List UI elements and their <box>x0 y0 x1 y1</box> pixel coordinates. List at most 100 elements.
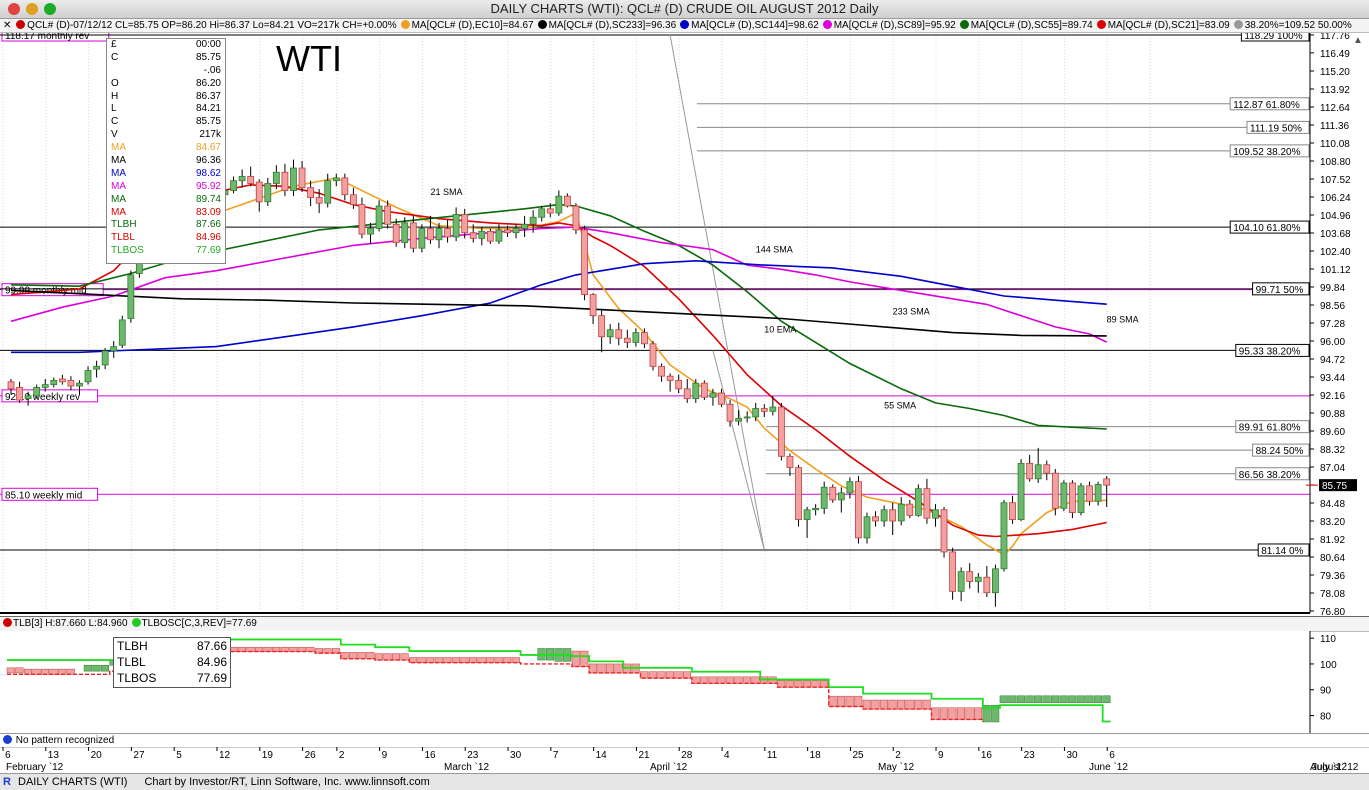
indicator-readout: 38.20%=109.52 50.00% <box>1233 20 1354 31</box>
month-label: June `12 <box>1089 761 1128 773</box>
last-price-label: 85.75 <box>1322 481 1347 492</box>
indicator-readout: QCL# (D)-07/12/12 CL=85.75 OP=86.20 Hi=8… <box>16 20 398 31</box>
candle <box>778 402 785 461</box>
price-tick-label: 78.08 <box>1320 589 1345 600</box>
candle-body <box>735 417 742 422</box>
data-window-value: 98.62 <box>195 167 221 179</box>
tlb-brick <box>6 667 15 674</box>
tlb-key: TLBL <box>117 655 146 669</box>
close-chart-icon[interactable]: ✕ <box>3 20 11 31</box>
oscillator-tick-label: 110 <box>1320 634 1336 645</box>
candle <box>829 484 837 503</box>
candle-body <box>1034 464 1042 480</box>
candle-body <box>632 332 640 343</box>
window-titlebar: DAILY CHARTS (WTI): QCL# (D) CRUDE OIL A… <box>0 0 1369 19</box>
candle-body <box>572 205 580 231</box>
candle-body <box>709 392 717 398</box>
tlb-brick <box>23 668 32 675</box>
tlb-brick <box>1059 695 1068 703</box>
data-window-row: O 86.20 <box>107 78 225 91</box>
data-window-row: TLBL 84.96 <box>107 232 225 245</box>
data-window-row: -.06 <box>107 65 225 78</box>
candle-body <box>872 516 879 522</box>
candle-body <box>760 408 768 412</box>
candle-body <box>726 403 734 422</box>
price-tick-label: 96.00 <box>1320 337 1345 348</box>
date-axis: 6 13 20 27 5 12 19 26 2 9 16 23 30 7 14 21 28 4 11 18 25 2 9 16… <box>0 747 1369 774</box>
price-tick-label: 108.80 <box>1320 157 1351 168</box>
candle-body <box>863 516 871 539</box>
data-window-key: H <box>111 90 119 102</box>
candle-body <box>778 406 785 457</box>
candle-body <box>1000 502 1008 570</box>
price-tick-label: 89.60 <box>1320 427 1345 438</box>
candle <box>795 464 802 527</box>
day-label: 26 <box>305 750 317 761</box>
candle-body <box>367 228 374 235</box>
tlb-brick <box>374 653 383 661</box>
level-label: 118.29 100% <box>1244 33 1302 42</box>
zoom-window-icon[interactable] <box>44 3 56 15</box>
close-window-icon[interactable] <box>8 3 20 15</box>
data-window-value: -.06 <box>203 64 221 76</box>
status-app-name: DAILY CHARTS (WTI) <box>18 776 128 788</box>
candle-body <box>418 228 426 249</box>
candle-body <box>906 503 914 516</box>
ma-label: 233 SMA <box>893 306 930 316</box>
price-tick-label: 97.28 <box>1320 319 1345 330</box>
scroll-up-icon[interactable]: ▲ <box>1353 35 1363 46</box>
candle-body <box>641 332 648 345</box>
candle-body <box>375 205 383 229</box>
candle-body <box>615 329 623 339</box>
candle-body <box>923 488 931 519</box>
tlb-brick <box>477 657 486 663</box>
tlb-block <box>83 664 109 672</box>
data-window-value: 00:00 <box>195 39 221 50</box>
candle-body <box>837 492 845 501</box>
app-logo-icon: R <box>3 776 11 788</box>
oscillator-tick-label: 80 <box>1320 712 1332 723</box>
tlb-brick <box>1102 695 1111 703</box>
candle-body <box>341 177 349 196</box>
price-tick-label: 102.40 <box>1320 247 1351 258</box>
tlb-brick <box>1025 695 1034 703</box>
candle <box>649 341 657 371</box>
tlb-brick <box>742 676 751 684</box>
candle-body <box>290 167 297 191</box>
data-window-row: V 217k <box>107 129 225 142</box>
tlb-brick <box>734 676 743 684</box>
candle-body <box>230 180 237 191</box>
tlb-key: TLBH <box>117 639 148 653</box>
candle-body <box>469 232 477 239</box>
tlb-brick <box>571 650 580 667</box>
price-tick-label: 99.84 <box>1320 283 1345 294</box>
level-label: 109.52 38.20% <box>1233 147 1300 158</box>
candle-body <box>67 379 75 387</box>
tlb-brick <box>366 652 375 660</box>
month-label: April `12 <box>650 761 688 773</box>
level-label: 81.14 0% <box>1261 546 1303 557</box>
tlb-brick <box>974 707 983 720</box>
minimize-window-icon[interactable] <box>26 3 38 15</box>
price-tick-label: 88.32 <box>1320 445 1345 456</box>
candle-body <box>855 481 862 539</box>
indicator-color-icon <box>959 20 969 29</box>
tlb-brick <box>349 652 358 660</box>
data-window-key: O <box>111 77 119 89</box>
ma-label: 89 SMA <box>1107 315 1139 325</box>
ma-label: 10 EMA <box>764 325 796 335</box>
candle-body <box>692 382 700 400</box>
candle <box>1077 483 1085 516</box>
indicator-readout-text: MA[QCL# (D),SC89]=95.92 <box>833 20 956 31</box>
day-label: 16 <box>981 750 993 761</box>
tlb-brick <box>451 657 460 663</box>
data-window-key: C <box>111 51 119 63</box>
candle-body <box>452 214 460 238</box>
candle <box>1060 480 1068 512</box>
data-window-value: 87.66 <box>195 219 221 231</box>
candle-body <box>538 208 546 218</box>
price-tick-label: 87.04 <box>1320 463 1345 474</box>
candle-body <box>683 388 691 400</box>
price-tick-label: 92.16 <box>1320 391 1345 402</box>
candle-body <box>1017 462 1025 520</box>
